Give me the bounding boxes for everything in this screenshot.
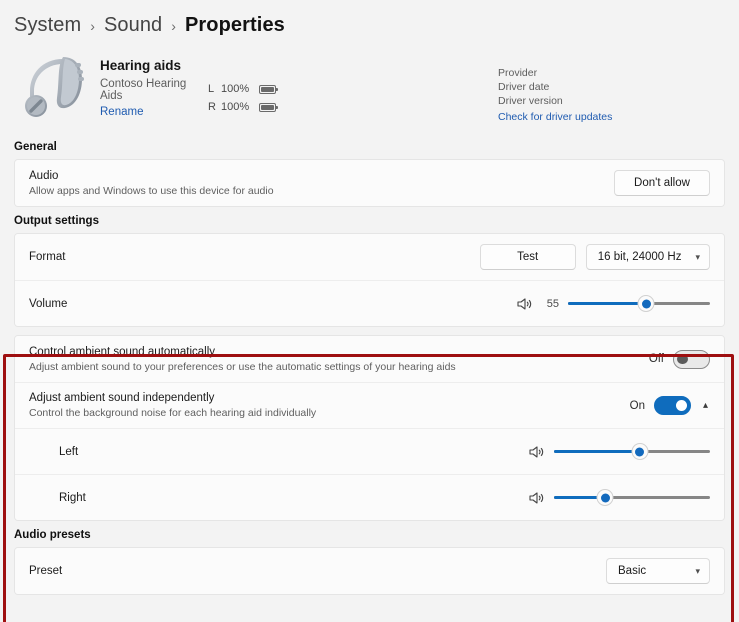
volume-slider-thumb[interactable] xyxy=(638,296,654,311)
battery-left-percent: 100% xyxy=(221,83,250,95)
page-title: Properties xyxy=(184,14,285,36)
breadcrumb-item-system[interactable]: System xyxy=(14,14,81,37)
device-model: Contoso Hearing Aids xyxy=(100,78,187,102)
control-ambient-automatically-title: Control ambient sound automatically xyxy=(29,345,216,358)
chevron-right-icon: › xyxy=(171,17,176,34)
control-ambient-automatically-description: Adjust ambient sound to your preferences… xyxy=(29,360,456,373)
ambient-right-slider-thumb[interactable] xyxy=(597,490,613,505)
preset-row: Preset Basic ▾ xyxy=(15,548,724,594)
device-header: Hearing aids Contoso Hearing Aids Rename… xyxy=(14,47,725,133)
preset-select-value: Basic xyxy=(618,565,647,577)
device-name: Hearing aids xyxy=(100,58,182,73)
audio-row: Audio Allow apps and Windows to use this… xyxy=(15,160,724,206)
driver-provider-label: Provider xyxy=(498,67,538,79)
driver-version-label: Driver version xyxy=(498,95,563,108)
check-driver-updates-link[interactable]: Check for driver updates xyxy=(498,110,612,124)
control-ambient-automatically-row: Control ambient sound automatically Adju… xyxy=(15,336,724,382)
dont-allow-button[interactable]: Don't allow xyxy=(614,170,710,196)
ambient-left-slider-group xyxy=(529,444,710,460)
adjust-ambient-independently-toggle[interactable] xyxy=(653,396,691,415)
battery-right: R 100% xyxy=(208,101,278,113)
breadcrumb: System › Sound › Properties xyxy=(14,0,725,47)
adjust-ambient-independently-title: Adjust ambient sound independently xyxy=(29,392,215,404)
format-row-title: Format xyxy=(29,251,66,263)
audio-row-description: Allow apps and Windows to use this devic… xyxy=(29,184,274,197)
section-heading-general: General xyxy=(14,141,57,153)
volume-row: Volume 55 xyxy=(15,280,724,326)
ambient-channel-right-row: Right xyxy=(15,474,724,520)
control-ambient-automatically-toggle[interactable] xyxy=(673,349,710,369)
battery-right-percent: 100% xyxy=(221,101,250,113)
control-ambient-automatically-toggle-label: Off xyxy=(648,353,664,365)
rename-link[interactable]: Rename xyxy=(100,106,208,118)
control-ambient-automatically-toggle-group: Off xyxy=(648,349,710,369)
ambient-channel-right-label: Right xyxy=(59,491,86,504)
ambient-left-slider-thumb[interactable] xyxy=(632,444,648,459)
settings-page: System › Sound › Properties Hearing aids… xyxy=(0,0,739,622)
battery-left: L 100% xyxy=(208,83,278,95)
general-card: Audio Allow apps and Windows to use this… xyxy=(14,159,725,207)
volume-slider[interactable] xyxy=(568,296,710,312)
battery-full-icon xyxy=(259,84,278,94)
ambient-sound-card: Control ambient sound automatically Adju… xyxy=(14,335,725,521)
ambient-left-slider-fill xyxy=(554,450,640,453)
device-info: Hearing aids Contoso Hearing Aids Rename… xyxy=(100,51,278,118)
audio-row-title: Audio xyxy=(29,169,59,182)
speaker-icon xyxy=(517,297,533,311)
ambient-right-slider[interactable] xyxy=(554,490,710,506)
chevron-down-icon: ▾ xyxy=(695,251,700,262)
battery-full-icon xyxy=(259,102,278,112)
chevron-up-icon[interactable]: ▴ xyxy=(701,400,710,411)
battery-left-channel: L xyxy=(208,83,215,95)
adjust-ambient-independently-toggle-label: On xyxy=(629,399,645,412)
ambient-channel-left-row: Left xyxy=(15,428,724,474)
format-select[interactable]: 16 bit, 24000 Hz ▾ xyxy=(585,244,710,270)
ambient-right-slider-group xyxy=(529,490,710,506)
section-heading-audio-presets: Audio presets xyxy=(14,529,91,541)
adjust-ambient-independently-row: Adjust ambient sound independently Contr… xyxy=(15,382,724,428)
section-heading-output-settings: Output settings xyxy=(14,215,99,227)
format-row: Format Test 16 bit, 24000 Hz ▾ xyxy=(15,234,724,280)
device-detail-row: Contoso Hearing Aids Rename L 100% R 100… xyxy=(100,78,278,118)
battery-right-channel: R xyxy=(208,101,216,113)
preset-row-title: Preset xyxy=(29,565,63,577)
speaker-icon xyxy=(529,445,545,459)
speaker-icon xyxy=(529,491,545,505)
test-format-button[interactable]: Test xyxy=(479,244,576,270)
adjust-ambient-independently-toggle-group: On xyxy=(630,396,691,415)
chevron-down-icon: ▾ xyxy=(695,565,700,576)
driver-date-label: Driver date xyxy=(498,81,550,94)
ambient-left-slider[interactable] xyxy=(554,444,710,460)
volume-row-title: Volume xyxy=(29,297,68,310)
battery-block: L 100% R 100% xyxy=(208,83,278,113)
volume-slider-fill xyxy=(568,302,647,305)
volume-value: 55 xyxy=(546,297,559,310)
breadcrumb-item-sound[interactable]: Sound xyxy=(104,14,162,37)
volume-slider-group: 55 xyxy=(517,296,710,312)
output-settings-card: Format Test 16 bit, 24000 Hz ▾ Volume 55 xyxy=(14,233,725,327)
preset-select[interactable]: Basic ▾ xyxy=(606,558,710,584)
audio-presets-card: Preset Basic ▾ xyxy=(14,547,725,595)
adjust-ambient-independently-description: Control the background noise for each he… xyxy=(29,407,317,419)
chevron-right-icon: › xyxy=(90,17,95,34)
ambient-channel-left-label: Left xyxy=(59,445,79,458)
format-select-value: 16 bit, 24000 Hz xyxy=(597,251,682,263)
hearing-aid-icon xyxy=(18,51,92,121)
driver-info: Provider Driver date Driver version Chec… xyxy=(498,66,612,124)
